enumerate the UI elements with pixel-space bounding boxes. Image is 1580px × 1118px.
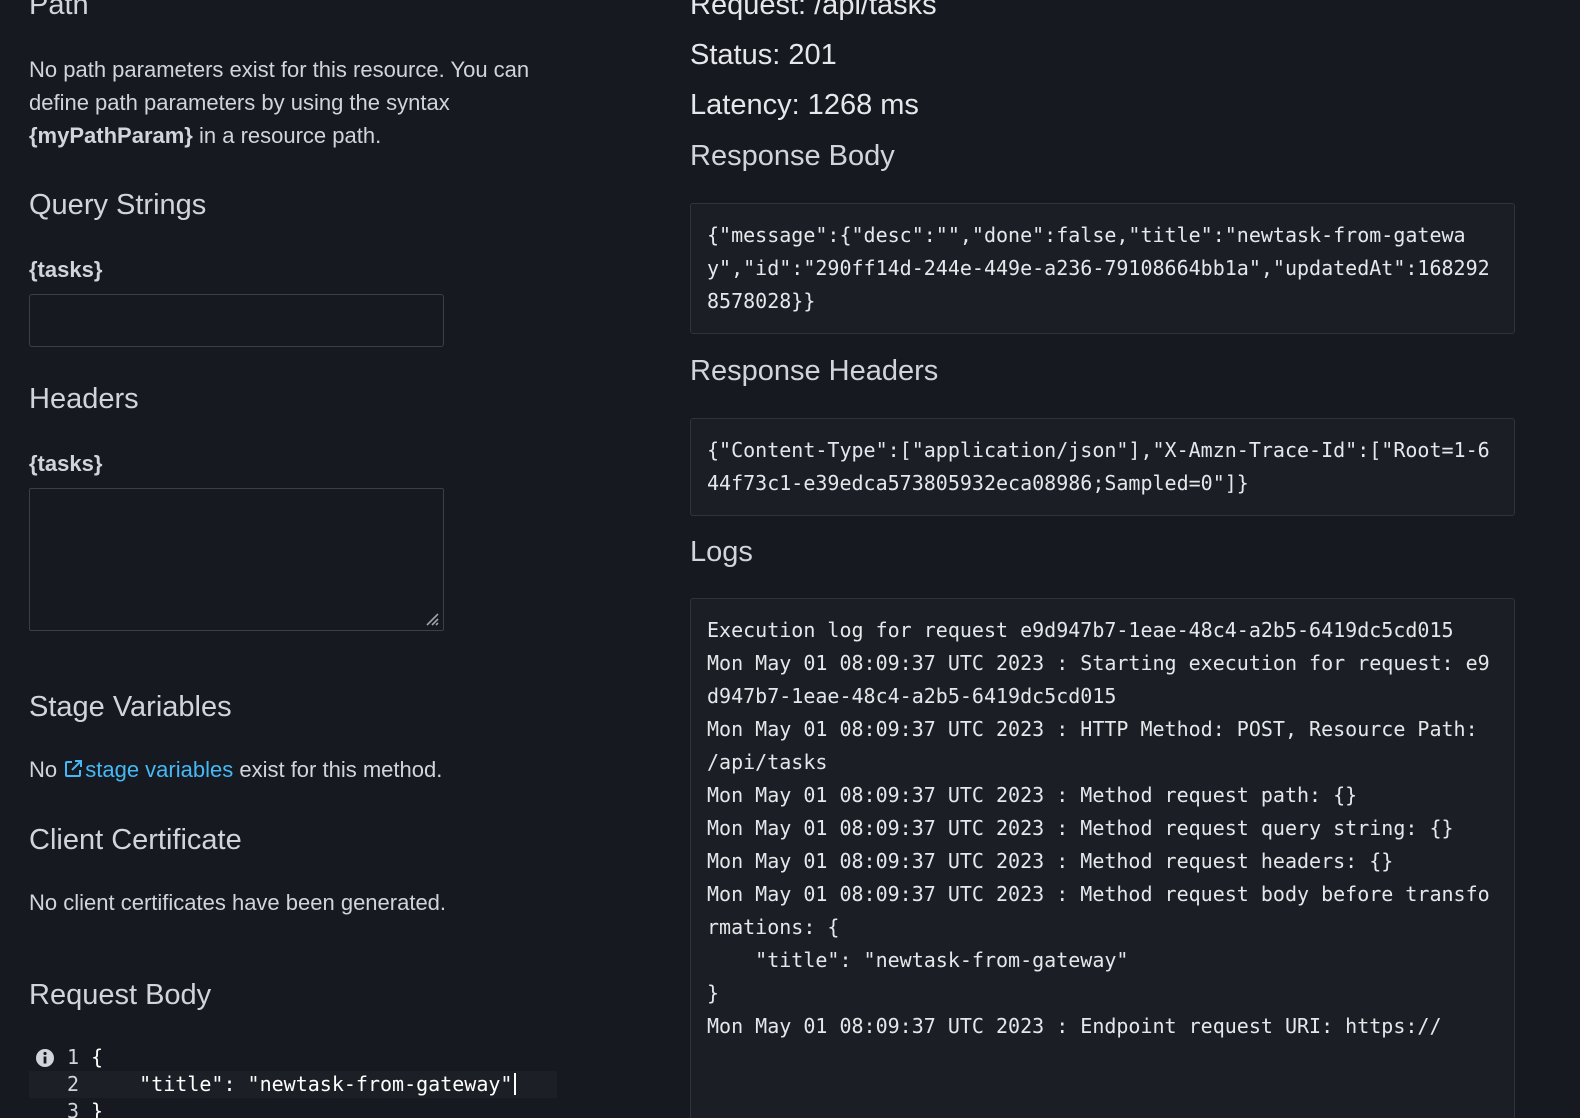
response-headers-heading: Response Headers (690, 355, 939, 387)
line-code: } (91, 1099, 104, 1118)
path-description-text-2: in a resource path. (192, 123, 382, 148)
line-code: { (91, 1045, 104, 1069)
line-number: 1 (66, 1045, 79, 1069)
text-cursor (514, 1073, 517, 1095)
editor-line: 3 } (29, 1098, 589, 1118)
request-path: Request: /api/tasks (690, 0, 937, 21)
response-body-heading: Response Body (690, 140, 895, 172)
client-certificate-description: No client certificates have been generat… (29, 890, 447, 915)
response-body-box: {"message":{"desc":"","done":false,"titl… (690, 203, 1515, 334)
line-number: 3 (66, 1099, 79, 1118)
editor-line-active: 2 "title": "newtask-from-gateway" (29, 1071, 557, 1098)
path-description: No path parameters exist for this resour… (29, 53, 589, 152)
external-link-icon (65, 760, 83, 777)
response-status: Status: 201 (690, 39, 837, 71)
path-description-text-1: No path parameters exist for this resour… (29, 57, 530, 115)
test-method-page: Path No path parameters exist for this r… (0, 0, 1580, 1118)
response-headers-box: {"Content-Type":["application/json"],"X-… (690, 418, 1515, 516)
stage-variables-link[interactable]: stage variables (63, 757, 233, 782)
logs-box[interactable]: Execution log for request e9d947b7-1eae-… (690, 598, 1515, 1118)
headers-param-label: {tasks} (29, 451, 103, 476)
stage-variables-description: No stage variables exist for this method… (29, 753, 442, 786)
response-latency: Latency: 1268 ms (690, 89, 919, 121)
stage-desc-suffix: exist for this method. (233, 757, 443, 782)
stage-variables-link-text: stage variables (85, 757, 234, 782)
line-code: "title": "newtask-from-gateway" (91, 1072, 513, 1096)
request-body-heading: Request Body (29, 979, 212, 1011)
line-number: 2 (66, 1072, 79, 1096)
stage-variables-heading: Stage Variables (29, 691, 232, 723)
query-param-label: {tasks} (29, 257, 103, 282)
query-param-input[interactable] (29, 294, 444, 347)
resize-handle-icon[interactable] (424, 611, 440, 627)
client-certificate-heading: Client Certificate (29, 824, 242, 856)
headers-textarea[interactable] (29, 488, 444, 631)
path-param-syntax: {myPathParam} (29, 123, 193, 148)
query-strings-heading: Query Strings (29, 189, 207, 221)
stage-desc-prefix: No (29, 757, 64, 782)
editor-line: 1 { (29, 1044, 589, 1071)
request-body-editor[interactable]: 1 { 2 "title": "newtask-from-gateway" 3 … (29, 1044, 589, 1118)
logs-heading: Logs (690, 536, 753, 568)
path-heading: Path (29, 0, 89, 21)
headers-heading: Headers (29, 383, 139, 415)
